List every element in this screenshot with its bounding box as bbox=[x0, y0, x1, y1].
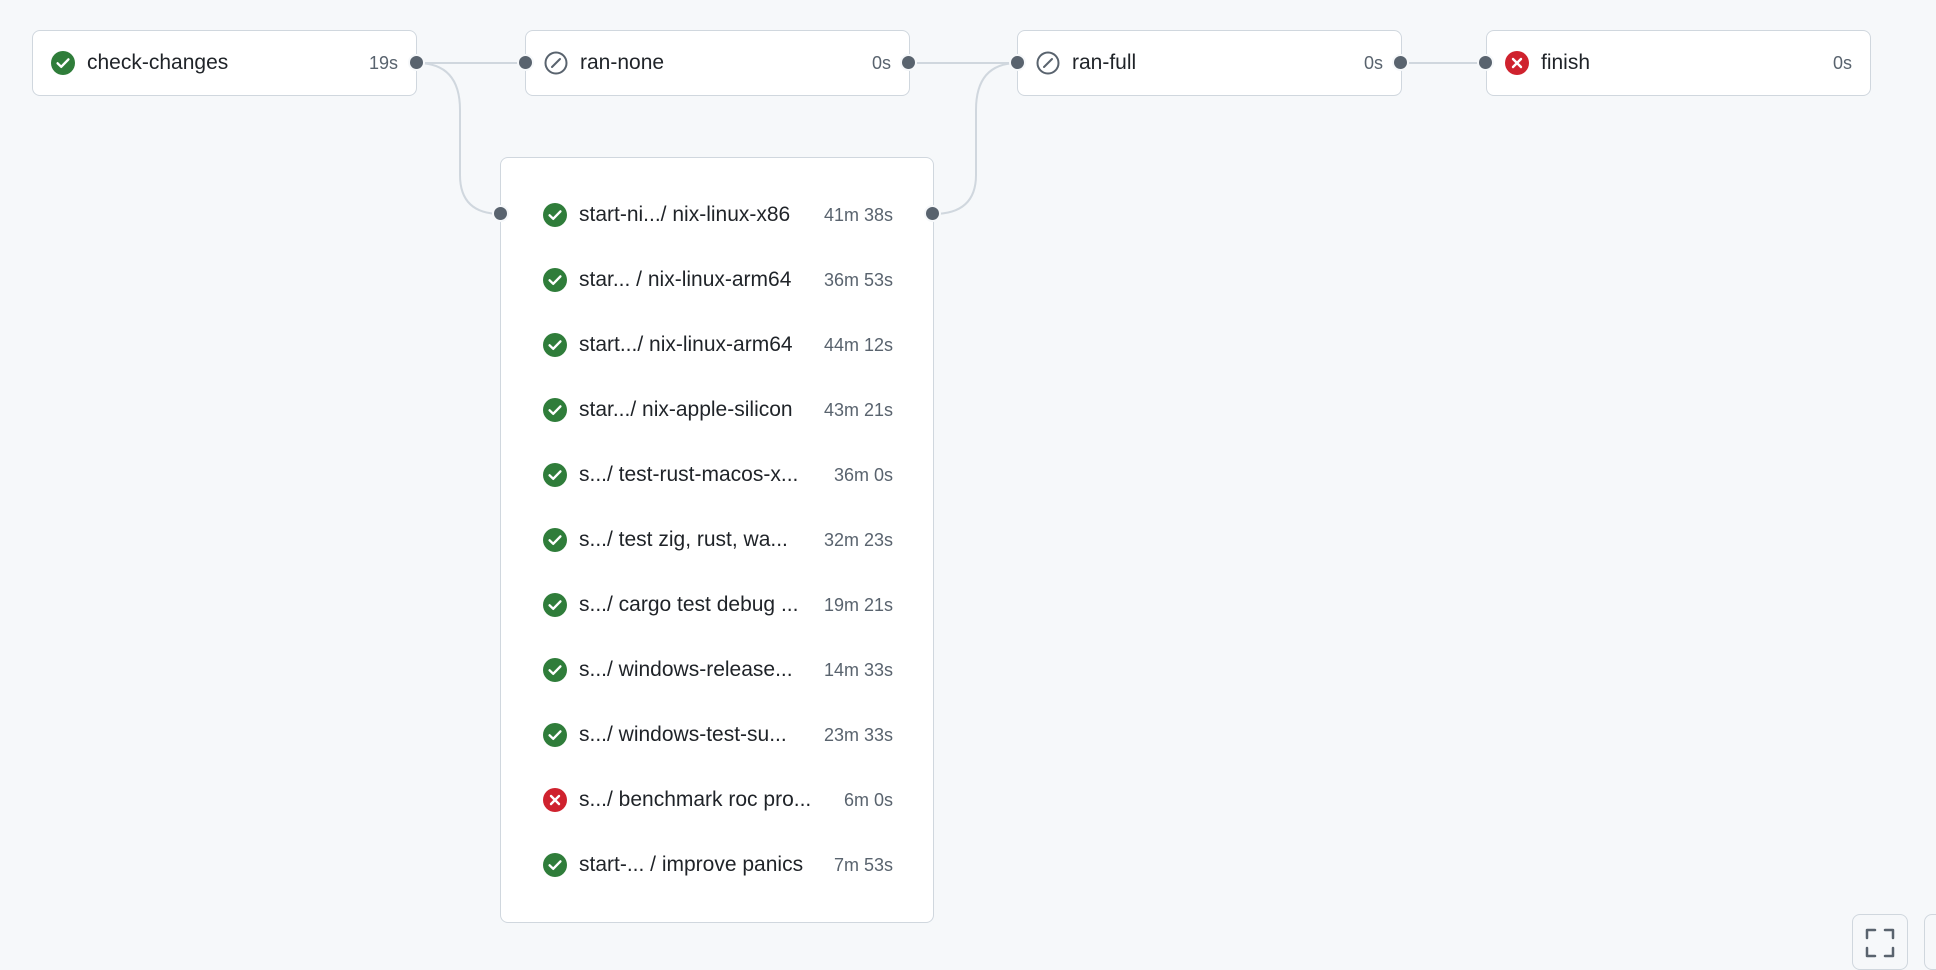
matrix-job-row[interactable]: star... / nix-linux-arm64 36m 53s bbox=[543, 260, 893, 300]
job-duration: 36m 53s bbox=[823, 269, 893, 290]
job-duration: 43m 21s bbox=[823, 399, 893, 420]
job-duration: 6m 0s bbox=[843, 789, 893, 810]
matrix-job-row[interactable]: s.../ test zig, rust, wa... 32m 23s bbox=[543, 520, 893, 560]
job-duration: 14m 33s bbox=[823, 659, 893, 680]
job-name: start.../ nix-linux-arm64 bbox=[579, 333, 793, 356]
job-name: s.../ cargo test debug ... bbox=[579, 593, 799, 616]
job-duration: 0s bbox=[1832, 52, 1852, 73]
output-port bbox=[900, 54, 917, 71]
job-duration: 41m 38s bbox=[823, 204, 893, 225]
job-name: s.../ windows-test-su... bbox=[579, 723, 787, 746]
output-port bbox=[1392, 54, 1409, 71]
job-finish[interactable]: finish 0s bbox=[1486, 30, 1871, 96]
job-name: start-ni.../ nix-linux-x86 bbox=[579, 203, 791, 226]
job-name: ran-none bbox=[580, 51, 665, 74]
matrix-job-row[interactable]: start-... / improve panics 7m 53s bbox=[543, 845, 893, 885]
check-circle-icon bbox=[543, 333, 567, 357]
check-circle-icon bbox=[543, 658, 567, 682]
job-name: finish bbox=[1541, 51, 1591, 74]
job-ran-none[interactable]: ran-none 0s bbox=[525, 30, 910, 96]
check-circle-icon bbox=[543, 528, 567, 552]
output-port bbox=[924, 205, 941, 222]
toolbar-button[interactable] bbox=[1924, 914, 1936, 970]
job-name: s.../ benchmark roc pro... bbox=[579, 788, 812, 811]
matrix-job-row[interactable]: star.../ nix-apple-silicon 43m 21s bbox=[543, 390, 893, 430]
job-duration: 0s bbox=[871, 52, 891, 73]
job-name: check-changes bbox=[87, 51, 229, 74]
check-circle-icon bbox=[543, 268, 567, 292]
input-port bbox=[492, 205, 509, 222]
job-duration: 19s bbox=[368, 52, 398, 73]
skipped-icon bbox=[544, 51, 568, 75]
matrix-job-row[interactable]: s.../ benchmark roc pro... 6m 0s bbox=[543, 780, 893, 820]
x-circle-icon bbox=[543, 788, 567, 812]
job-duration: 23m 33s bbox=[823, 724, 893, 745]
fullscreen-icon bbox=[1865, 928, 1895, 958]
check-circle-icon bbox=[51, 51, 75, 75]
check-circle-icon bbox=[543, 463, 567, 487]
input-port bbox=[1477, 54, 1494, 71]
job-duration: 44m 12s bbox=[823, 334, 893, 355]
job-name: ran-full bbox=[1072, 51, 1137, 74]
job-name: s.../ test-rust-macos-x... bbox=[579, 463, 799, 486]
job-name: s.../ test zig, rust, wa... bbox=[579, 528, 788, 551]
job-ran-full[interactable]: ran-full 0s bbox=[1017, 30, 1402, 96]
check-circle-icon bbox=[543, 203, 567, 227]
input-port bbox=[517, 54, 534, 71]
check-circle-icon bbox=[543, 853, 567, 877]
matrix-job-row[interactable]: s.../ test-rust-macos-x... 36m 0s bbox=[543, 455, 893, 495]
check-circle-icon bbox=[543, 398, 567, 422]
job-connectors bbox=[416, 62, 1486, 215]
matrix-job-row[interactable]: start-ni.../ nix-linux-x86 41m 38s bbox=[543, 195, 893, 235]
matrix-job-group: start-ni.../ nix-linux-x86 41m 38s star.… bbox=[500, 157, 934, 923]
skipped-icon bbox=[1036, 51, 1060, 75]
job-name: s.../ windows-release... bbox=[579, 658, 793, 681]
output-port bbox=[408, 54, 425, 71]
job-name: start-... / improve panics bbox=[579, 853, 804, 876]
matrix-job-row[interactable]: s.../ windows-release... 14m 33s bbox=[543, 650, 893, 690]
job-duration: 36m 0s bbox=[833, 464, 893, 485]
job-name: star... / nix-linux-arm64 bbox=[579, 268, 792, 291]
matrix-job-row[interactable]: s.../ windows-test-su... 23m 33s bbox=[543, 715, 893, 755]
job-duration: 0s bbox=[1363, 52, 1383, 73]
check-circle-icon bbox=[543, 723, 567, 747]
job-name: star.../ nix-apple-silicon bbox=[579, 398, 793, 421]
fullscreen-button[interactable] bbox=[1852, 914, 1908, 970]
x-circle-icon bbox=[1505, 51, 1529, 75]
check-circle-icon bbox=[543, 593, 567, 617]
job-duration: 19m 21s bbox=[823, 594, 893, 615]
job-duration: 7m 53s bbox=[833, 854, 893, 875]
input-port bbox=[1009, 54, 1026, 71]
job-duration: 32m 23s bbox=[823, 529, 893, 550]
matrix-job-row[interactable]: s.../ cargo test debug ... 19m 21s bbox=[543, 585, 893, 625]
job-check-changes[interactable]: check-changes 19s bbox=[32, 30, 417, 96]
matrix-job-row[interactable]: start.../ nix-linux-arm64 44m 12s bbox=[543, 325, 893, 365]
